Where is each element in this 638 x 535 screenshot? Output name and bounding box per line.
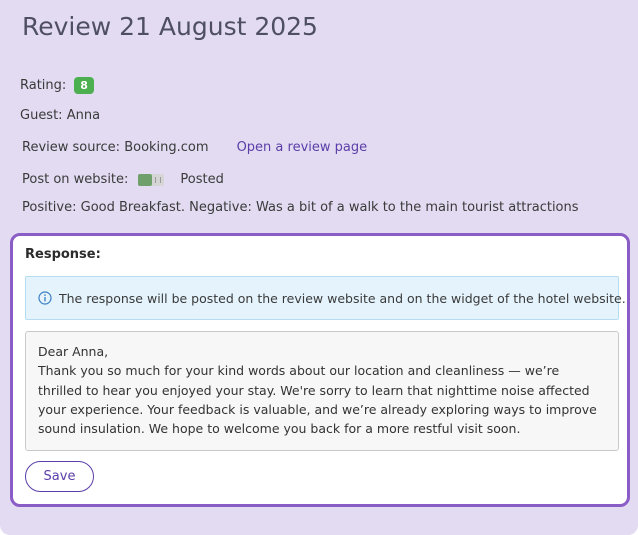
post-on-website-label: Post on website: xyxy=(22,172,129,187)
rating-row: Rating: 8 xyxy=(20,77,94,94)
review-comment-row: Positive: Good Breakfast. Negative: Was … xyxy=(22,200,579,215)
review-source-text: Review source: Booking.com xyxy=(22,140,209,155)
post-status-text: Posted xyxy=(180,172,224,187)
post-on-website-row: Post on website: Posted xyxy=(22,172,224,187)
post-on-website-toggle[interactable] xyxy=(138,173,165,186)
response-textarea[interactable]: Dear Anna, Thank you so much for your ki… xyxy=(25,331,619,451)
info-text: The response will be posted on the revie… xyxy=(59,290,626,306)
guest-text: Guest: Anna xyxy=(20,108,101,123)
toggle-knob xyxy=(138,173,153,186)
save-button[interactable]: Save xyxy=(25,461,94,492)
review-comment-text: Positive: Good Breakfast. Negative: Was … xyxy=(22,200,579,215)
toggle-grip-icon xyxy=(155,176,162,183)
source-row: Review source: Booking.com Open a review… xyxy=(22,140,367,155)
response-card: Response: The response will be posted on… xyxy=(10,233,630,507)
response-heading: Response: xyxy=(25,247,101,262)
review-panel: Review 21 August 2025 Rating: 8 Guest: A… xyxy=(0,0,638,535)
rating-badge: 8 xyxy=(74,77,94,94)
page-title: Review 21 August 2025 xyxy=(22,12,318,41)
guest-row: Guest: Anna xyxy=(20,108,100,123)
rating-label: Rating: xyxy=(20,78,67,93)
open-review-page-link[interactable]: Open a review page xyxy=(237,140,368,155)
info-notice: The response will be posted on the revie… xyxy=(25,276,626,320)
info-circle-icon xyxy=(38,291,52,305)
